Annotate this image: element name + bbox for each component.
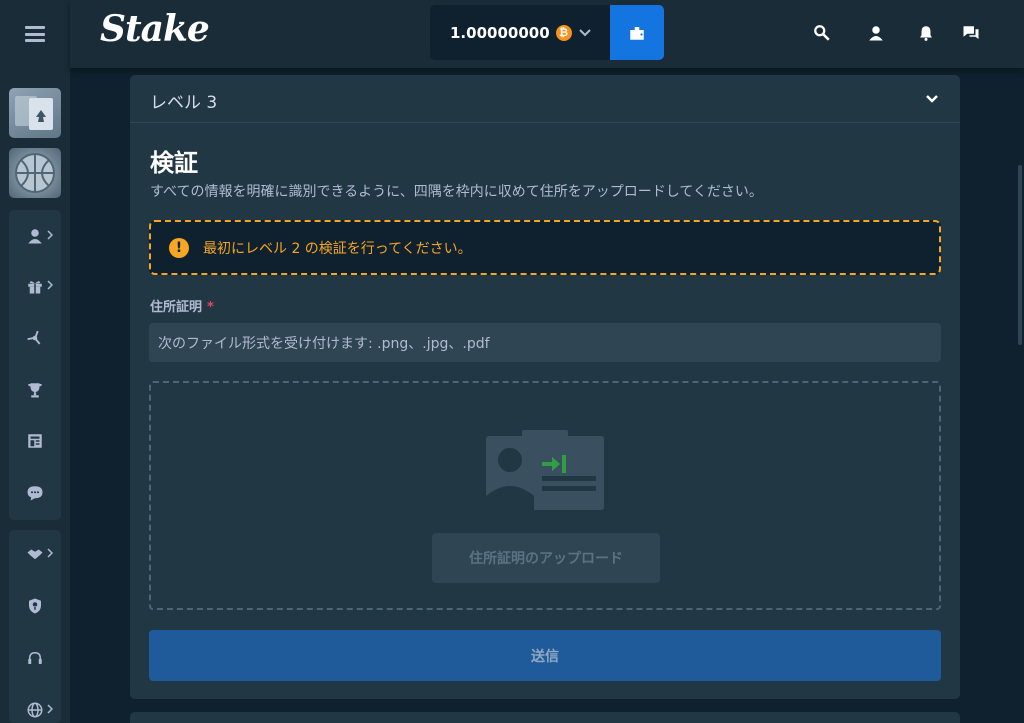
top-header: Stake 1.00000000 ₿: [70, 0, 1024, 68]
submit-button[interactable]: 送信: [149, 630, 941, 681]
upload-proof-button[interactable]: 住所証明のアップロード: [432, 533, 660, 583]
sidebar-item-vip[interactable]: [9, 370, 61, 410]
sidebar-item-promotions[interactable]: [9, 266, 61, 306]
gift-icon: [28, 281, 42, 294]
warning-text: 最初にレベル 2 の検証を行ってください。: [203, 240, 472, 257]
cards-icon: [15, 96, 53, 130]
menu-toggle-button[interactable]: [0, 0, 70, 68]
profile-button[interactable]: [865, 22, 887, 44]
bitcoin-icon: ₿: [555, 24, 572, 41]
balance-value: 1.00000000: [450, 23, 550, 42]
next-level-card: [130, 712, 960, 723]
casino-thumbnail[interactable]: [9, 88, 61, 138]
balance-selector[interactable]: 1.00000000 ₿: [430, 5, 610, 60]
headset-icon: [28, 652, 42, 664]
stake-logo[interactable]: Stake: [100, 8, 210, 50]
wallet-button[interactable]: [610, 5, 664, 60]
level-title: レベル 3: [150, 93, 218, 113]
sidebar-rail: [0, 0, 70, 723]
chevron-right-icon: [47, 230, 53, 240]
chevron-down-icon: [926, 95, 938, 103]
user-icon: [869, 26, 883, 41]
search-icon: [814, 25, 830, 41]
sidebar-item-live-support[interactable]: [9, 638, 61, 678]
wallet-icon: [630, 26, 644, 40]
sports-thumbnail[interactable]: [9, 148, 61, 198]
handshake-icon: [27, 549, 43, 560]
verification-description: すべての情報を明確に識別できるように、四隅を枠内に収めて住所をアップロードしてく…: [150, 184, 763, 200]
globe-icon: [27, 702, 43, 718]
sidebar-group-main: [9, 210, 61, 520]
sidebar-item-forum[interactable]: [9, 473, 61, 513]
blog-icon: [28, 434, 42, 448]
sidebar-item-sponsorships[interactable]: [9, 534, 61, 574]
bell-icon: [920, 26, 932, 41]
sidebar-group-support: [9, 530, 61, 723]
forum-icon: [27, 486, 43, 501]
page-scrollbar[interactable]: [1018, 165, 1022, 345]
shield-icon: [29, 598, 41, 614]
sidebar-item-responsible-gambling[interactable]: [9, 586, 61, 626]
chevron-right-icon: [47, 548, 53, 558]
level-accordion-header[interactable]: レベル 3: [130, 75, 960, 123]
required-marker: *: [207, 300, 214, 315]
id-card-upload-icon: [486, 430, 604, 510]
warning-banner: ! 最初にレベル 2 の検証を行ってください。: [149, 220, 941, 275]
sidebar-item-blog[interactable]: [9, 421, 61, 461]
sidebar-item-language[interactable]: [9, 690, 61, 723]
page-title: 検証: [150, 149, 198, 177]
chat-icon: [963, 26, 979, 39]
notifications-button[interactable]: [915, 22, 937, 44]
user-icon: [28, 229, 42, 244]
chevron-right-icon: [47, 280, 53, 290]
chevron-right-icon: [47, 704, 53, 714]
verification-level-card: レベル 3 検証 すべての情報を明確に識別できるように、四隅を枠内に収めて住所を…: [130, 75, 960, 699]
chat-button[interactable]: [960, 22, 982, 44]
field-label-row: 住所証明 *: [150, 296, 214, 315]
basketball-icon: [15, 153, 55, 193]
warning-icon: !: [169, 237, 189, 258]
proof-of-address-label: 住所証明: [150, 300, 203, 315]
sidebar-item-profile[interactable]: [9, 216, 61, 256]
hamburger-icon: [25, 26, 45, 42]
sidebar-item-affiliate[interactable]: [9, 318, 61, 358]
affiliate-icon: [27, 330, 41, 345]
chevron-down-icon: [579, 29, 591, 37]
file-dropzone[interactable]: 住所証明のアップロード: [149, 381, 941, 610]
trophy-icon: [28, 383, 42, 398]
search-button[interactable]: [811, 22, 833, 44]
accepted-formats-hint: 次のファイル形式を受け付けます: .png、.jpg、.pdf: [149, 323, 941, 362]
